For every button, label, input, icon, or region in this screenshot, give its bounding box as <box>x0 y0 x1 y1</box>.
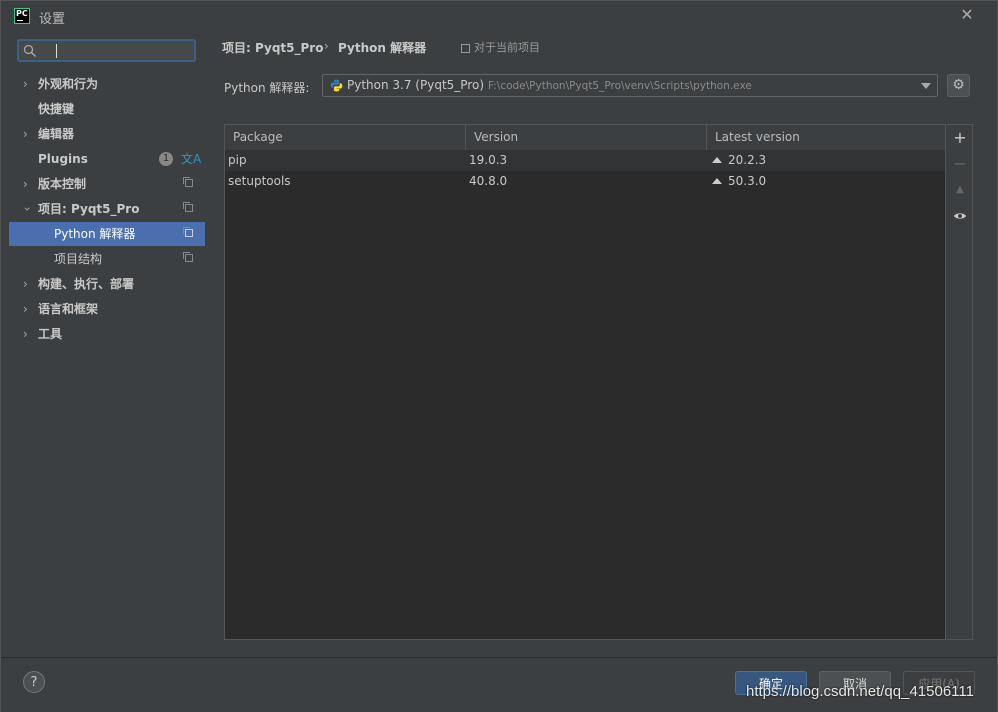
package-name: setuptools <box>228 174 291 188</box>
update-count-badge: 1 <box>159 152 173 166</box>
settings-content: 项目: Pyqt5_Pro › Python 解释器 对于当前项目 Python… <box>206 31 992 657</box>
sidebar-item-label: 项目结构 <box>54 252 103 266</box>
chevron-right-icon: › <box>23 302 28 316</box>
sidebar-item-editor[interactable]: › 编辑器 <box>9 122 205 146</box>
sidebar-item-build[interactable]: › 构建、执行、部署 <box>9 272 205 296</box>
sidebar-item-plugins[interactable]: Plugins 1 文A <box>9 147 205 171</box>
title-bar: PC 设置 ✕ <box>1 1 997 31</box>
remove-package-icon[interactable]: − <box>947 152 973 176</box>
sidebar-item-label: 工具 <box>38 327 63 341</box>
project-scope-icon <box>183 177 193 187</box>
sidebar-item-python-interpreter[interactable]: Python 解释器 <box>9 222 205 246</box>
project-scope-icon <box>183 202 193 212</box>
table-row[interactable]: pip 19.0.3 20.2.3 <box>225 150 945 171</box>
gear-icon: ⚙ <box>952 77 965 93</box>
package-latest: 20.2.3 <box>712 150 766 171</box>
package-name: pip <box>228 153 247 167</box>
pycharm-app-icon: PC <box>14 8 30 24</box>
sidebar-item-label: Python 解释器 <box>54 227 136 241</box>
table-row[interactable]: setuptools 40.8.0 50.3.0 <box>225 171 945 192</box>
sidebar-item-label: 构建、执行、部署 <box>38 277 135 291</box>
dropdown-arrow-icon <box>921 83 931 89</box>
package-toolbar: + − ▲ <box>947 124 973 640</box>
chevron-down-icon: › <box>20 206 35 212</box>
sidebar-item-keymap[interactable]: 快捷键 <box>9 97 205 121</box>
python-icon <box>330 79 343 92</box>
upgrade-package-icon[interactable]: ▲ <box>947 178 973 202</box>
breadcrumb-page: Python 解释器 <box>338 41 427 55</box>
interpreter-name: Python 3.7 (Pyqt5_Pro) F:\code\Python\Pyq… <box>347 78 752 92</box>
upgrade-arrow-icon <box>712 157 722 163</box>
search-input[interactable] <box>17 39 196 62</box>
add-package-icon[interactable]: + <box>947 126 973 150</box>
project-scope-icon <box>183 252 193 262</box>
interpreter-path: F:\code\Python\Pyqt5_Pro\venv\Scripts\py… <box>488 80 752 92</box>
sidebar-item-label: 版本控制 <box>38 177 87 191</box>
packages-table: Package Version Latest version pip 19.0.… <box>224 124 946 640</box>
interpreter-label: Python 解释器: <box>224 81 310 95</box>
breadcrumb-separator: › <box>324 39 329 53</box>
sidebar-item-label: 外观和行为 <box>38 77 99 91</box>
project-scope-icon <box>461 43 470 53</box>
chevron-right-icon: › <box>23 127 28 141</box>
sidebar-item-languages[interactable]: › 语言和框架 <box>9 297 205 321</box>
project-scope-icon <box>183 227 193 237</box>
column-header-version[interactable]: Version <box>474 130 518 144</box>
project-scope-note: 对于当前项目 <box>461 39 540 55</box>
watermark-text: https://blog.csdn.net/qq_41506111 <box>746 683 974 700</box>
chevron-right-icon: › <box>23 277 28 291</box>
sidebar-item-label: 项目: Pyqt5_Pro <box>38 202 140 216</box>
sidebar-item-label: 编辑器 <box>38 127 75 141</box>
window-title: 设置 <box>39 12 66 27</box>
upgrade-arrow-icon <box>712 178 722 184</box>
package-version: 40.8.0 <box>469 174 508 188</box>
chevron-right-icon: › <box>23 327 28 341</box>
eye-icon[interactable] <box>947 204 973 228</box>
breadcrumb-project[interactable]: 项目: Pyqt5_Pro <box>222 39 323 56</box>
sidebar-item-vcs[interactable]: › 版本控制 <box>9 172 205 196</box>
search-icon <box>23 44 36 57</box>
package-version: 19.0.3 <box>469 153 508 167</box>
sidebar-item-project[interactable]: › 项目: Pyqt5_Pro <box>9 197 205 221</box>
chevron-right-icon: › <box>23 177 28 191</box>
sidebar-item-label: 快捷键 <box>38 102 75 116</box>
help-button[interactable]: ? <box>23 671 45 693</box>
settings-dialog: PC 设置 ✕ › 外观和行为 快捷键 › 编辑器 Plugins 1 文A ›… <box>0 0 998 712</box>
sidebar-item-label: Plugins <box>38 152 88 166</box>
package-latest: 50.3.0 <box>712 171 766 192</box>
text-caret <box>56 44 57 58</box>
column-divider <box>465 125 466 150</box>
translate-icon: 文A <box>181 152 202 166</box>
sidebar-item-tools[interactable]: › 工具 <box>9 322 205 346</box>
close-icon[interactable]: ✕ <box>959 6 975 24</box>
sidebar-item-appearance[interactable]: › 外观和行为 <box>9 72 205 96</box>
interpreter-select[interactable]: Python 3.7 (Pyqt5_Pro) F:\code\Python\Pyq… <box>322 74 938 97</box>
sidebar-item-project-structure[interactable]: 项目结构 <box>9 247 205 271</box>
table-header: Package Version Latest version <box>225 125 945 151</box>
interpreter-settings-button[interactable]: ⚙ <box>947 74 970 97</box>
chevron-right-icon: › <box>23 77 28 91</box>
column-header-package[interactable]: Package <box>233 130 283 144</box>
column-header-latest[interactable]: Latest version <box>715 130 800 144</box>
sidebar-item-label: 语言和框架 <box>38 302 99 316</box>
settings-sidebar: › 外观和行为 快捷键 › 编辑器 Plugins 1 文A › 版本控制 › … <box>9 31 205 657</box>
column-divider <box>706 125 707 150</box>
